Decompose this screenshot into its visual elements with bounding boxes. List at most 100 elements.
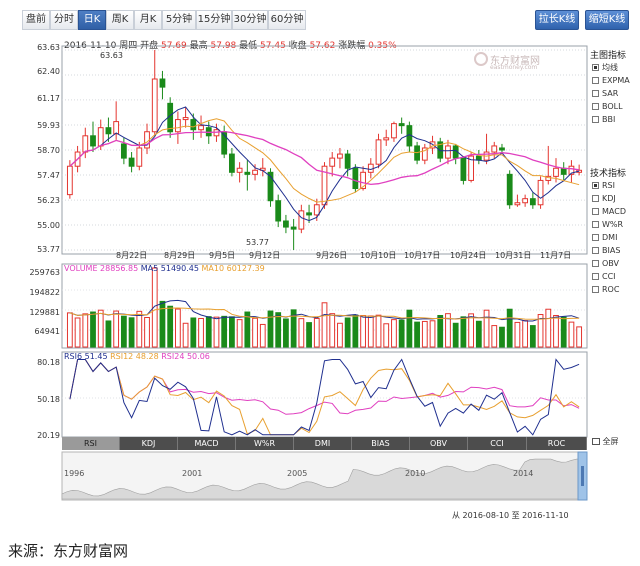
volume-bar bbox=[136, 310, 143, 348]
indicator-tab-macd[interactable]: MACD bbox=[178, 437, 236, 450]
indicator-tab-kdj[interactable]: KDJ bbox=[120, 437, 178, 450]
volume-bar bbox=[313, 317, 320, 348]
overview-year: 2010 bbox=[405, 469, 426, 478]
main-indicator-boll[interactable]: BOLL bbox=[592, 101, 623, 113]
main-indicator-ma[interactable]: 均线 bbox=[592, 62, 618, 74]
rsi12-line bbox=[69, 359, 580, 436]
date-tick: 10月17日 bbox=[404, 251, 441, 260]
main-indicator-sar[interactable]: SAR bbox=[592, 88, 618, 100]
rsi6-value: RSI6 51.45 bbox=[64, 352, 108, 361]
rsi-tick: 20.19 bbox=[37, 431, 60, 440]
fullscreen-button[interactable]: 全屏 bbox=[592, 436, 619, 447]
tech-indicator-obv[interactable]: OBV bbox=[592, 258, 619, 270]
checkbox-icon[interactable] bbox=[592, 182, 599, 189]
checkbox-icon[interactable] bbox=[592, 260, 599, 267]
indicator-tab-obv[interactable]: OBV bbox=[410, 437, 468, 450]
volume-bar bbox=[229, 316, 235, 348]
candle-body bbox=[151, 78, 158, 133]
tech-indicator-rsi[interactable]: RSI bbox=[592, 180, 615, 192]
volume-bar bbox=[236, 319, 243, 348]
checkbox-icon[interactable] bbox=[592, 234, 599, 241]
volume-ma5: MA5 51490.45 bbox=[140, 264, 199, 273]
volume-bar bbox=[499, 326, 505, 348]
date-tick: 8月29日 bbox=[164, 251, 196, 260]
volume-bar bbox=[337, 322, 343, 348]
volume-bar bbox=[468, 313, 475, 348]
tech-indicator-dmi[interactable]: DMI bbox=[592, 232, 617, 244]
source-caption: 来源：东方财富网 bbox=[8, 542, 129, 560]
tech-indicator-macd[interactable]: MACD bbox=[592, 206, 626, 218]
volume-bar bbox=[113, 310, 120, 348]
candle-body bbox=[66, 165, 73, 196]
checkbox-icon[interactable] bbox=[592, 221, 599, 228]
volume-bar bbox=[329, 313, 336, 348]
volume-ma10: MA10 60127.39 bbox=[201, 264, 265, 273]
candle-body bbox=[198, 125, 204, 131]
candle-body bbox=[275, 200, 282, 222]
volume-bar bbox=[198, 317, 204, 348]
volume-legend: VOLUME 28856.85 MA5 51490.45 MA10 60127.… bbox=[64, 264, 265, 273]
volume-bar bbox=[514, 321, 521, 348]
tech-indicator-bias[interactable]: BIAS bbox=[592, 245, 620, 257]
checkbox-icon[interactable] bbox=[592, 64, 599, 71]
tech-indicator-kdj[interactable]: KDJ bbox=[592, 193, 616, 205]
volume-bar bbox=[360, 314, 366, 348]
checkbox-icon[interactable] bbox=[592, 208, 599, 215]
candle-body bbox=[560, 167, 567, 175]
rsi24-value: RSI24 50.06 bbox=[161, 352, 210, 361]
checkbox-icon[interactable] bbox=[592, 286, 599, 293]
checkbox-icon[interactable] bbox=[592, 273, 599, 280]
stock-chart-app: 盘前 分时 日K 周K 月K 5分钟 15分钟 30分钟 60分钟 拉长K线 缩… bbox=[0, 0, 640, 566]
volume-bar bbox=[252, 317, 258, 348]
tech-indicator-cci[interactable]: CCI bbox=[592, 271, 616, 283]
checkbox-icon[interactable] bbox=[592, 116, 599, 123]
checkbox-icon[interactable] bbox=[592, 77, 599, 84]
main-indicators-title: 主图指标 bbox=[590, 51, 627, 61]
kline-chart[interactable] bbox=[0, 0, 640, 566]
tech-indicator-roc[interactable]: ROC bbox=[592, 284, 619, 296]
checkbox-icon[interactable] bbox=[592, 90, 599, 97]
main-indicator-expma[interactable]: EXPMA bbox=[592, 75, 630, 87]
candle-body bbox=[352, 167, 359, 190]
candle-body bbox=[491, 145, 498, 153]
tech-indicator-wr[interactable]: W%R bbox=[592, 219, 623, 231]
indicator-tab-dmi[interactable]: DMI bbox=[294, 437, 352, 450]
candle-body bbox=[236, 167, 243, 173]
indicator-tab-rsi[interactable]: RSI bbox=[62, 437, 120, 450]
range-to: 2016-11-10 bbox=[522, 511, 569, 520]
indicator-tab-wr[interactable]: W%R bbox=[236, 437, 294, 450]
candle-body bbox=[290, 226, 297, 230]
date-tick: 11月7日 bbox=[540, 251, 572, 260]
indicator-tab-bias[interactable]: BIAS bbox=[352, 437, 410, 450]
volume-value: VOLUME 28856.85 bbox=[64, 264, 139, 273]
date-tick: 9月12日 bbox=[249, 251, 281, 260]
candle-body bbox=[522, 198, 529, 204]
volume-bar bbox=[259, 323, 266, 348]
low-price-annotation: 53.77 bbox=[246, 238, 269, 247]
checkbox-icon[interactable] bbox=[592, 195, 599, 202]
range-to-label: 至 bbox=[511, 511, 520, 520]
candle-body bbox=[367, 163, 374, 173]
volume-tick: 259763 bbox=[29, 268, 60, 277]
volume-bar bbox=[221, 315, 228, 348]
checkbox-icon[interactable] bbox=[592, 103, 599, 110]
volume-bar bbox=[190, 317, 197, 348]
volume-bar bbox=[375, 314, 382, 348]
high-price-annotation: 63.63 bbox=[100, 51, 123, 60]
indicator-tab-roc[interactable]: ROC bbox=[527, 437, 587, 450]
main-indicator-bbi[interactable]: BBI bbox=[592, 114, 615, 126]
volume-bar bbox=[344, 317, 351, 348]
indicator-tab-cci[interactable]: CCI bbox=[468, 437, 527, 450]
volume-bar bbox=[298, 318, 305, 348]
volume-bar bbox=[74, 317, 81, 348]
volume-bar bbox=[367, 315, 374, 348]
candle-body bbox=[506, 173, 513, 206]
volume-bar bbox=[205, 316, 212, 348]
candle-body bbox=[375, 139, 382, 165]
range-from-label: 从 bbox=[452, 511, 460, 520]
candle-body bbox=[391, 123, 397, 139]
checkbox-icon[interactable] bbox=[592, 247, 599, 254]
volume-bar bbox=[576, 326, 583, 348]
watermark-logo-icon bbox=[474, 52, 488, 66]
candle-body bbox=[537, 179, 544, 206]
